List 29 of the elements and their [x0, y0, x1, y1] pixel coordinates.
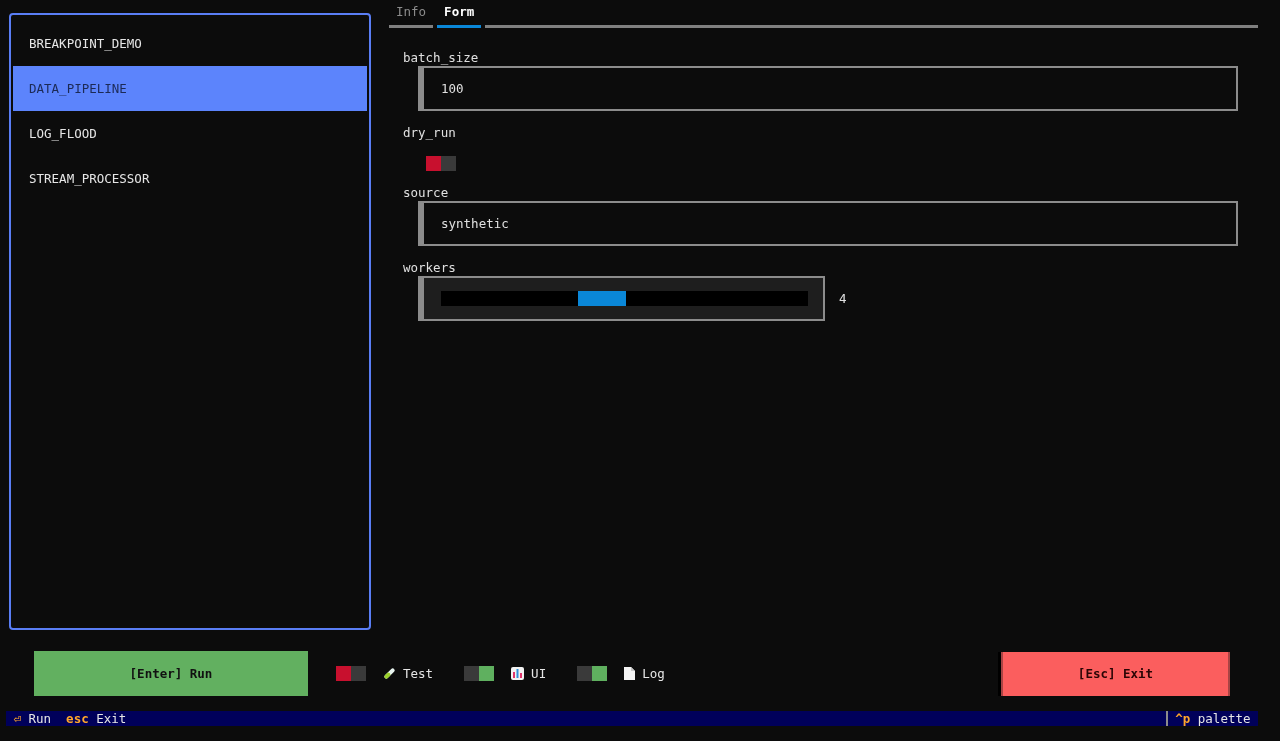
document-icon	[624, 667, 636, 680]
palette-binding[interactable]: ^p palette	[1167, 711, 1258, 726]
slider-thumb[interactable]	[578, 291, 627, 306]
sidebar-item[interactable]: STREAM_PROCESSOR	[13, 156, 367, 201]
field-label: dry_run	[403, 125, 456, 140]
slider-track[interactable]	[441, 291, 808, 306]
sidebar-item[interactable]: LOG_FLOOD	[13, 111, 367, 156]
field-label: source	[403, 185, 449, 200]
text-input[interactable]: synthetic	[418, 201, 1238, 246]
field-label: workers	[403, 260, 456, 275]
sidebar-item[interactable]: DATA_PIPELINE	[13, 66, 367, 111]
toggle-switch[interactable]	[464, 666, 495, 681]
run-button[interactable]: [Enter] Run	[34, 651, 308, 696]
text-input[interactable]: 100	[418, 66, 1238, 111]
toggle-switch[interactable]	[426, 156, 456, 171]
bar-chart-icon	[511, 667, 525, 680]
tab[interactable]: Info	[389, 0, 434, 28]
key-binding[interactable]: ⏎ Run	[6, 711, 59, 726]
toggle-label: Test	[403, 666, 434, 681]
toggle-switch[interactable]	[336, 666, 366, 681]
toggle-label: Log	[642, 666, 665, 681]
sidebar-item[interactable]: BREAKPOINT_DEMO	[13, 21, 367, 66]
tab[interactable]: Form	[437, 0, 482, 28]
exit-button[interactable]: [Esc] Exit	[1001, 651, 1230, 696]
toggle-label: UI	[531, 666, 547, 681]
key-binding[interactable]: esc Exit	[58, 711, 134, 726]
toggle-switch[interactable]	[577, 666, 608, 681]
slider-value: 4	[839, 291, 847, 306]
field-label: batch_size	[403, 50, 479, 65]
